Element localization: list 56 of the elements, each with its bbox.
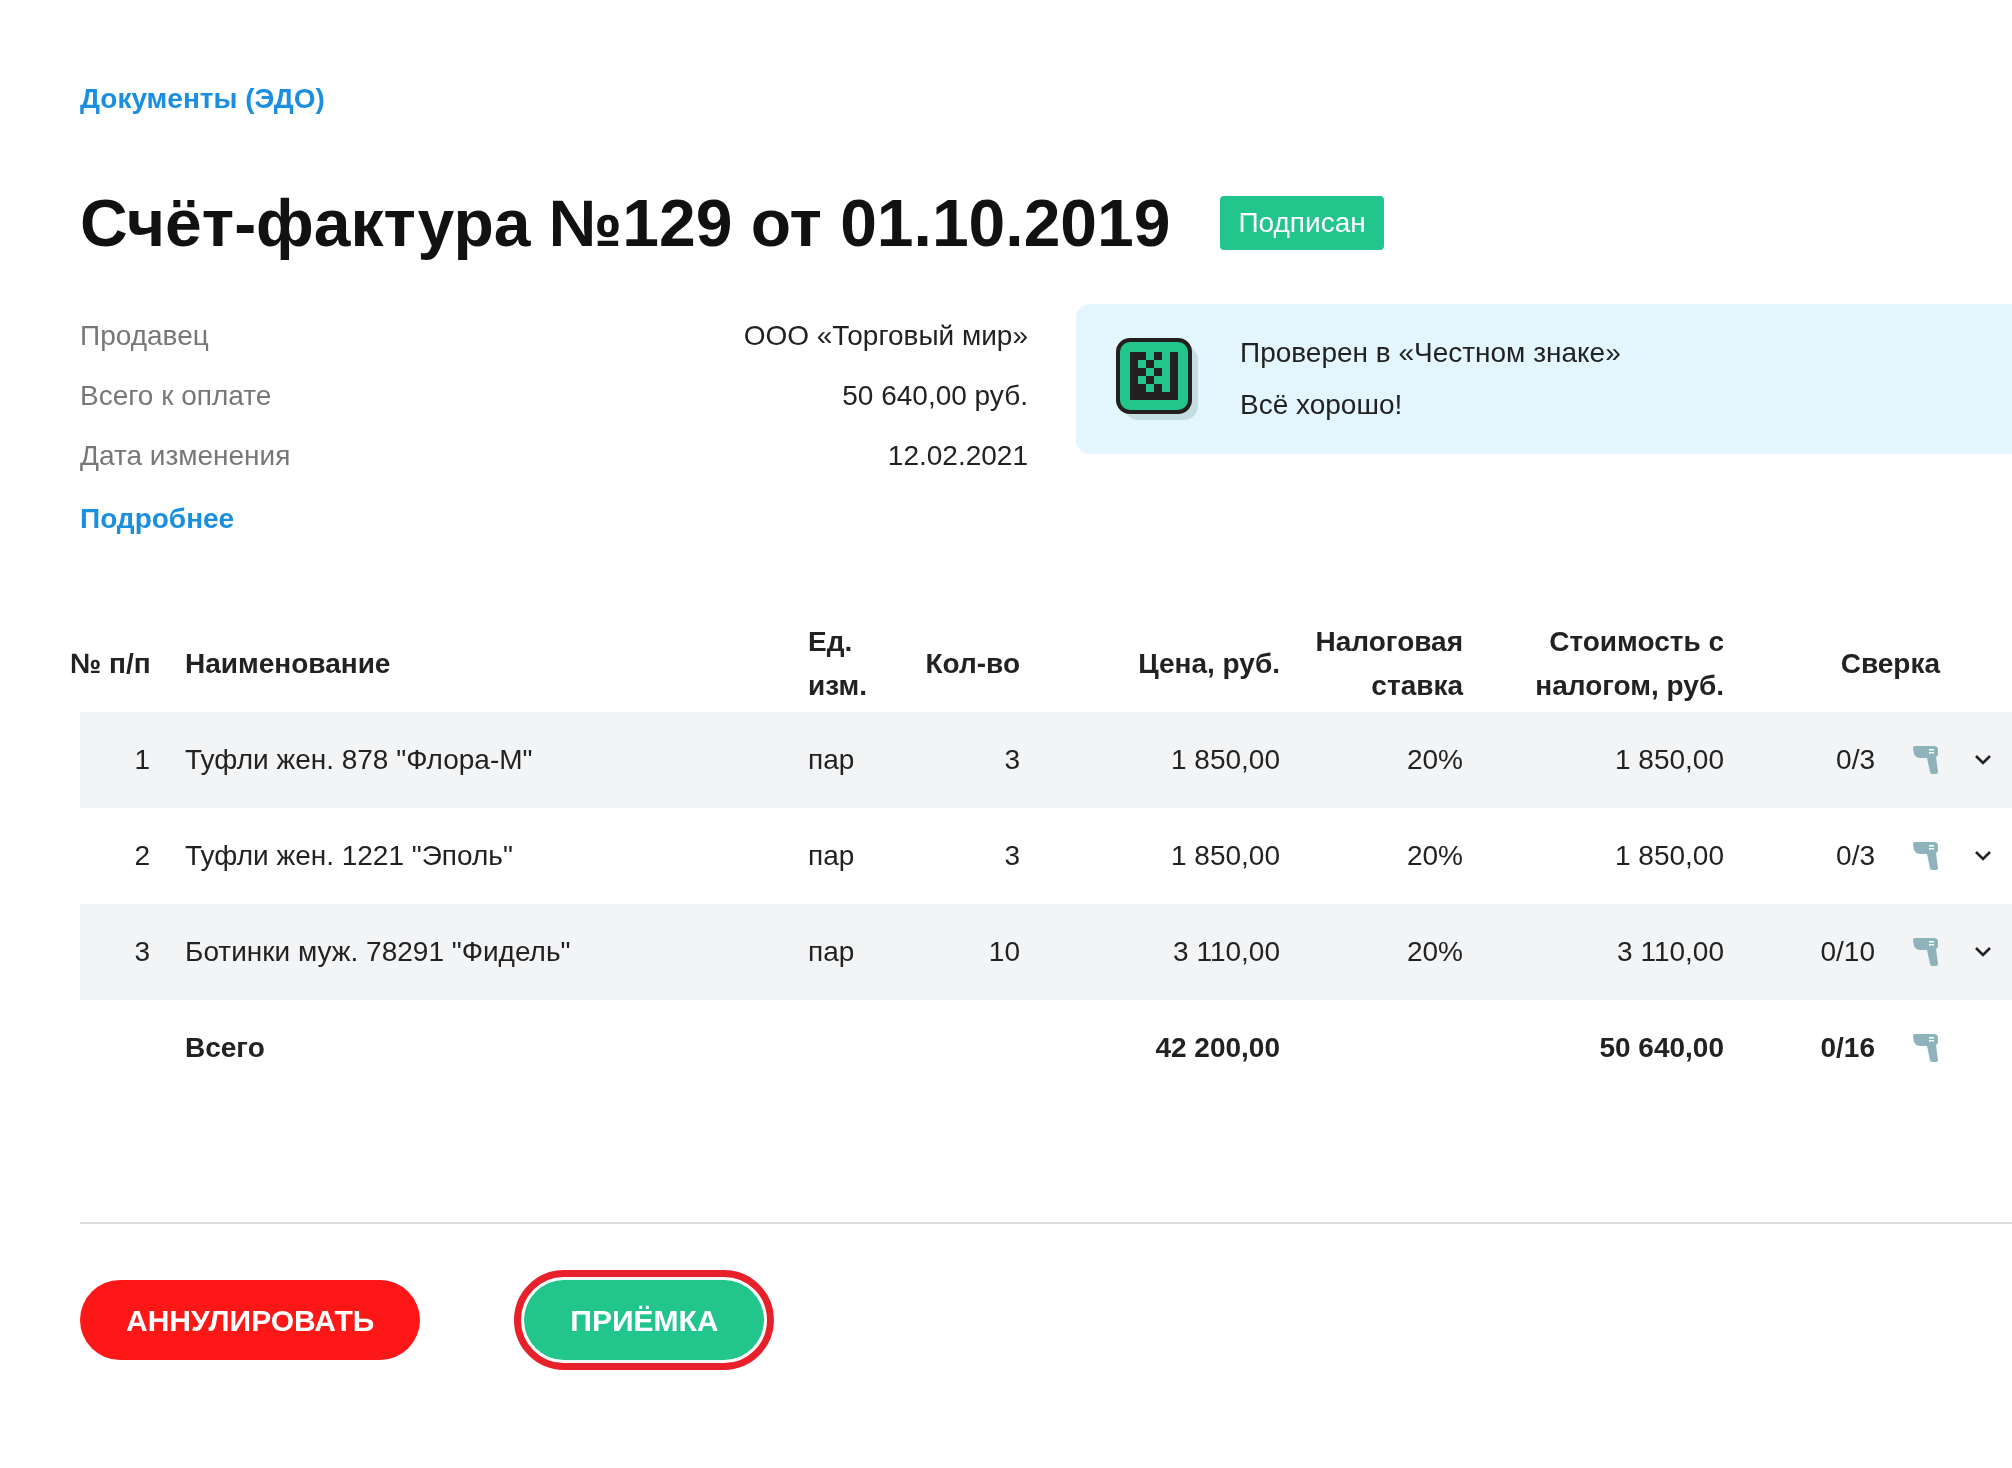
unit-cell-text: пар	[807, 935, 856, 969]
column-header: № п/п	[70, 647, 152, 681]
quantity-cell-text: 10	[987, 935, 1020, 969]
detail-value: 12.02.2021	[887, 439, 1028, 473]
chevron-icon[interactable]	[1974, 850, 1992, 862]
details-link[interactable]: Подробнее	[80, 498, 235, 540]
cost-cell-text: 3 110,00	[1616, 935, 1724, 969]
total-check-count: 0/16	[1819, 1031, 1875, 1065]
row-number: 2	[133, 839, 151, 873]
price-cell-text: 1 850,00	[1170, 839, 1280, 873]
tax-rate-cell-text: 20%	[1405, 839, 1463, 873]
cost-cell-text: 1 850,00	[1614, 839, 1724, 873]
barcode-scanner-icon[interactable]	[1912, 745, 1940, 775]
total-price: 42 200,00	[1154, 1031, 1280, 1065]
product-name: Туфли жен. 878 "Флора-М"	[184, 743, 534, 777]
detail-label: Всего к оплате	[80, 379, 272, 413]
chevron-icon[interactable]	[1974, 754, 1992, 766]
column-header: Кол-во	[924, 647, 1020, 681]
detail-value: ООО «Торговый мир»	[743, 319, 1028, 353]
column-header: Ед. изм.	[807, 625, 868, 703]
barcode-scanner-icon[interactable]	[1912, 841, 1940, 871]
detail-value: 50 640,00 руб.	[842, 379, 1028, 413]
row-number: 3	[133, 935, 151, 969]
product-name: Ботинки муж. 78291 "Фидель"	[184, 935, 572, 969]
column-header: Налоговая ставка	[1314, 625, 1463, 703]
unit-cell-text: пар	[807, 743, 856, 777]
data-matrix-icon	[1116, 338, 1198, 420]
check-count: 0/3	[1835, 839, 1875, 873]
total-cost: 50 640,00	[1598, 1031, 1724, 1065]
quantity-cell-text: 3	[1003, 743, 1020, 777]
total-label: Всего	[184, 1031, 266, 1065]
detail-label: Дата изменения	[80, 439, 291, 473]
cost-cell-text: 1 850,00	[1614, 743, 1724, 777]
quantity-cell-text: 3	[1003, 839, 1020, 873]
check-status-text: Проверен в «Честном знаке»	[1240, 336, 1621, 370]
column-header: Наименование	[184, 647, 392, 681]
status-badge: Подписан	[1220, 196, 1384, 250]
detail-label: Продавец	[80, 319, 209, 353]
price-cell-text: 1 850,00	[1170, 743, 1280, 777]
breadcrumb-link[interactable]: Документы (ЭДО)	[80, 78, 325, 120]
row-number: 1	[133, 743, 151, 777]
check-count: 0/3	[1835, 743, 1875, 777]
check-count: 0/10	[1819, 935, 1875, 969]
price-cell-text: 3 110,00	[1172, 935, 1280, 969]
product-name: Туфли жен. 1221 "Эполь"	[184, 839, 514, 873]
column-header: Стоимость с налогом, руб.	[1534, 625, 1724, 703]
column-header: Сверка	[1839, 647, 1940, 681]
check-status-text: Всё хорошо!	[1240, 388, 1404, 422]
tax-rate-cell-text: 20%	[1405, 935, 1463, 969]
unit-cell-text: пар	[807, 839, 856, 873]
tax-rate-cell-text: 20%	[1405, 743, 1463, 777]
barcode-scanner-icon[interactable]	[1912, 1033, 1940, 1063]
column-header: Цена, руб.	[1137, 647, 1280, 681]
cancel-button[interactable]: АННУЛИРОВАТЬ	[80, 1280, 421, 1360]
barcode-scanner-icon[interactable]	[1912, 937, 1940, 967]
chevron-icon[interactable]	[1974, 946, 1992, 958]
